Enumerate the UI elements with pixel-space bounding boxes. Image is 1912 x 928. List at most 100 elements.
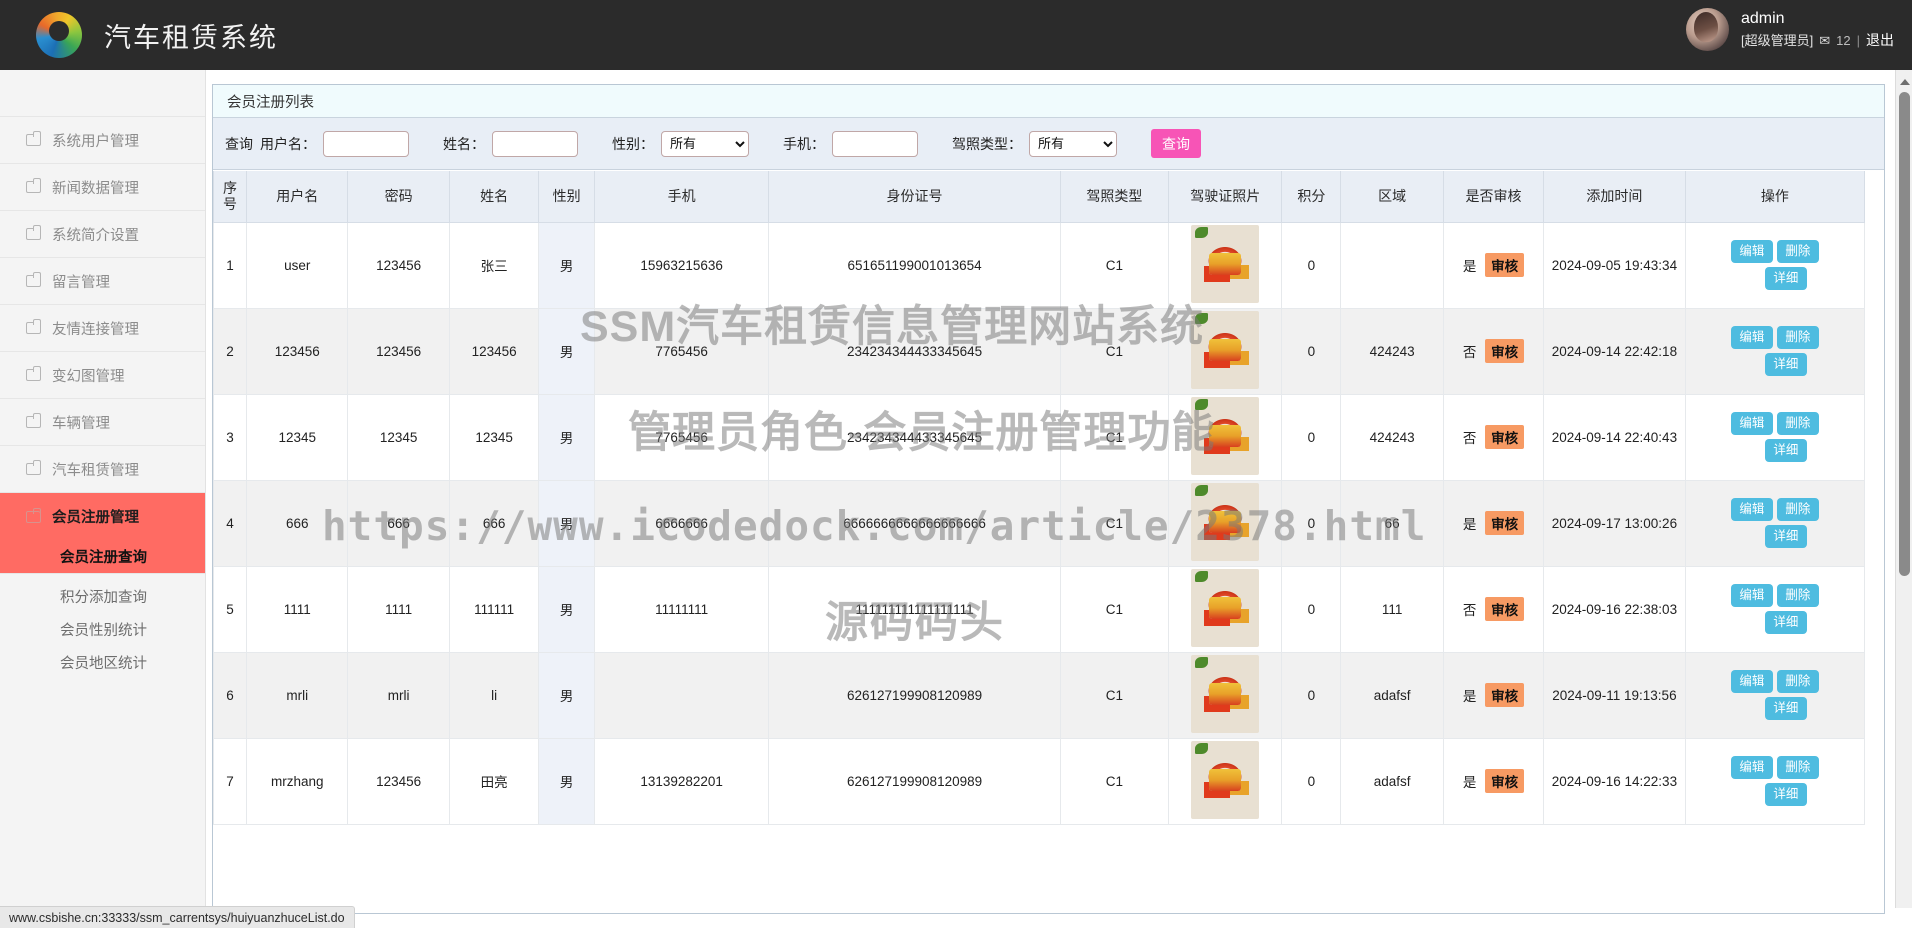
- logout-link[interactable]: 退出: [1866, 32, 1894, 50]
- sidebar-item-news-data[interactable]: 新闻数据管理: [0, 164, 205, 211]
- delete-button[interactable]: 删除: [1776, 240, 1819, 263]
- table-row: 1 user 123456 张三 男 15963215636 651651199…: [213, 221, 1866, 309]
- sidebar-item-friend-links[interactable]: 友情连接管理: [0, 305, 205, 352]
- audited-value: 是: [1462, 259, 1477, 274]
- cell-gender: 男: [538, 737, 595, 825]
- edit-button[interactable]: 编辑: [1730, 670, 1773, 693]
- sidebar-item-label: 系统用户管理: [52, 133, 139, 150]
- cell-username: mrzhang: [246, 737, 349, 825]
- phone-input[interactable]: [832, 130, 918, 157]
- avatar[interactable]: [1686, 8, 1729, 51]
- audit-button[interactable]: 审核: [1485, 339, 1525, 363]
- audit-button[interactable]: 审核: [1485, 769, 1525, 793]
- license-photo-thumbnail[interactable]: [1191, 740, 1260, 819]
- col-license-photo: 驾驶证照片: [1168, 171, 1283, 223]
- sidebar-item-vehicles[interactable]: 车辆管理: [0, 399, 205, 446]
- name-input[interactable]: [492, 130, 578, 157]
- cell-license-type: C1: [1059, 393, 1170, 481]
- sidebar-item-label: 会员注册管理: [52, 510, 139, 526]
- sidebar-item-label: 系统简介设置: [52, 227, 139, 244]
- cell-license-type: C1: [1059, 221, 1170, 309]
- sidebar-item-system-users[interactable]: 系统用户管理: [0, 117, 205, 164]
- cell-phone: [593, 651, 770, 739]
- license-photo-thumbnail[interactable]: [1191, 310, 1260, 389]
- col-operations: 操作: [1684, 171, 1866, 223]
- license-photo-thumbnail[interactable]: [1191, 654, 1260, 733]
- detail-button[interactable]: 详细: [1764, 611, 1807, 634]
- edit-button[interactable]: 编辑: [1730, 498, 1773, 521]
- detail-button[interactable]: 详细: [1764, 783, 1807, 806]
- delete-button[interactable]: 删除: [1776, 498, 1819, 521]
- col-username: 用户名: [246, 171, 349, 223]
- delete-button[interactable]: 删除: [1776, 584, 1819, 607]
- gender-select[interactable]: 所有: [661, 130, 749, 157]
- search-button[interactable]: 查询: [1151, 129, 1201, 158]
- audit-button[interactable]: 审核: [1485, 425, 1525, 449]
- top-header-bar: 汽车租赁系统 admin [超级管理员] ✉ 12 | 退出: [0, 0, 1912, 70]
- sidebar-item-system-intro[interactable]: 系统简介设置: [0, 211, 205, 258]
- edit-button[interactable]: 编辑: [1730, 326, 1773, 349]
- sidebar-item-label: 变幻图管理: [52, 368, 125, 385]
- edit-button[interactable]: 编辑: [1730, 584, 1773, 607]
- license-photo-thumbnail[interactable]: [1191, 396, 1260, 475]
- scrollbar-thumb[interactable]: [1899, 92, 1910, 576]
- cell-index: 3: [213, 393, 248, 481]
- cell-password: 123456: [347, 307, 450, 395]
- edit-button[interactable]: 编辑: [1730, 412, 1773, 435]
- license-type-select[interactable]: 所有: [1029, 130, 1117, 157]
- edit-button[interactable]: 编辑: [1730, 240, 1773, 263]
- detail-button[interactable]: 详细: [1764, 525, 1807, 548]
- table-scroll-area: 序号 用户名 密码 姓名 性别 手机 身份证号 驾照类型 驾驶证照片 积分 区域…: [213, 171, 1866, 913]
- sidebar-subitems: 积分添加查询 会员性别统计 会员地区统计: [0, 574, 205, 679]
- page-vertical-scrollbar[interactable]: [1895, 70, 1912, 908]
- license-filter-label: 驾照类型：: [952, 135, 1022, 152]
- cell-license-photo: [1168, 393, 1283, 481]
- cell-created: 2024-09-05 19:43:34: [1543, 221, 1686, 309]
- license-photo-thumbnail[interactable]: [1191, 482, 1260, 561]
- cell-region: adafsf: [1340, 737, 1444, 825]
- license-photo-thumbnail[interactable]: [1191, 224, 1260, 303]
- cell-region: adafsf: [1340, 651, 1444, 739]
- delete-button[interactable]: 删除: [1776, 326, 1819, 349]
- detail-button[interactable]: 详细: [1764, 439, 1807, 462]
- mail-icon[interactable]: ✉: [1819, 33, 1830, 49]
- folder-icon: [26, 272, 42, 287]
- license-photo-thumbnail[interactable]: [1191, 568, 1260, 647]
- page-title: 会员注册列表: [227, 94, 314, 111]
- audit-button[interactable]: 审核: [1485, 597, 1525, 621]
- cell-created: 2024-09-17 13:00:26: [1543, 479, 1686, 567]
- brand[interactable]: 汽车租赁系统: [36, 12, 278, 58]
- audit-button[interactable]: 审核: [1485, 683, 1525, 707]
- edit-button[interactable]: 编辑: [1730, 756, 1773, 779]
- cell-license-photo: [1168, 565, 1283, 653]
- sidebar-subitem-points-add-query[interactable]: 积分添加查询: [0, 580, 205, 613]
- cell-license-photo: [1168, 221, 1283, 309]
- detail-button[interactable]: 详细: [1764, 353, 1807, 376]
- detail-button[interactable]: 详细: [1764, 267, 1807, 290]
- cell-operations: 编辑 删除 详细: [1684, 479, 1866, 567]
- audit-button[interactable]: 审核: [1485, 511, 1525, 535]
- cell-password: 666: [347, 479, 450, 567]
- folder-icon: [26, 178, 42, 193]
- row-action-group: 编辑 删除 详细: [1716, 584, 1834, 634]
- audit-button[interactable]: 审核: [1485, 253, 1525, 277]
- sidebar-item-messages[interactable]: 留言管理: [0, 258, 205, 305]
- sidebar-subitem-member-region-stats[interactable]: 会员地区统计: [0, 646, 205, 679]
- delete-button[interactable]: 删除: [1776, 756, 1819, 779]
- cell-operations: 编辑 删除 详细: [1684, 651, 1866, 739]
- scroll-up-arrow-icon[interactable]: [1900, 79, 1910, 85]
- sidebar-subitem-member-gender-stats[interactable]: 会员性别统计: [0, 613, 205, 646]
- sidebar-item-carousel[interactable]: 变幻图管理: [0, 352, 205, 399]
- cell-idcard: 234234344433345645: [768, 307, 1061, 395]
- cell-username: 1111: [246, 565, 349, 653]
- sidebar-subitem-member-registration-query[interactable]: 会员注册查询: [0, 540, 205, 573]
- sidebar-item-car-rental[interactable]: 汽车租赁管理: [0, 446, 205, 493]
- detail-button[interactable]: 详细: [1764, 697, 1807, 720]
- sidebar-item-member-registration[interactable]: 会员注册管理: [0, 493, 205, 540]
- member-registration-panel: 会员注册列表 查询 用户名： 姓名： 性别： 所有 手机： 驾照类型： 所有 查…: [212, 84, 1885, 914]
- username-filter-label: 用户名：: [260, 135, 316, 152]
- username-input[interactable]: [323, 130, 409, 157]
- delete-button[interactable]: 删除: [1776, 670, 1819, 693]
- delete-button[interactable]: 删除: [1776, 412, 1819, 435]
- color-ring-logo-icon: [36, 12, 82, 58]
